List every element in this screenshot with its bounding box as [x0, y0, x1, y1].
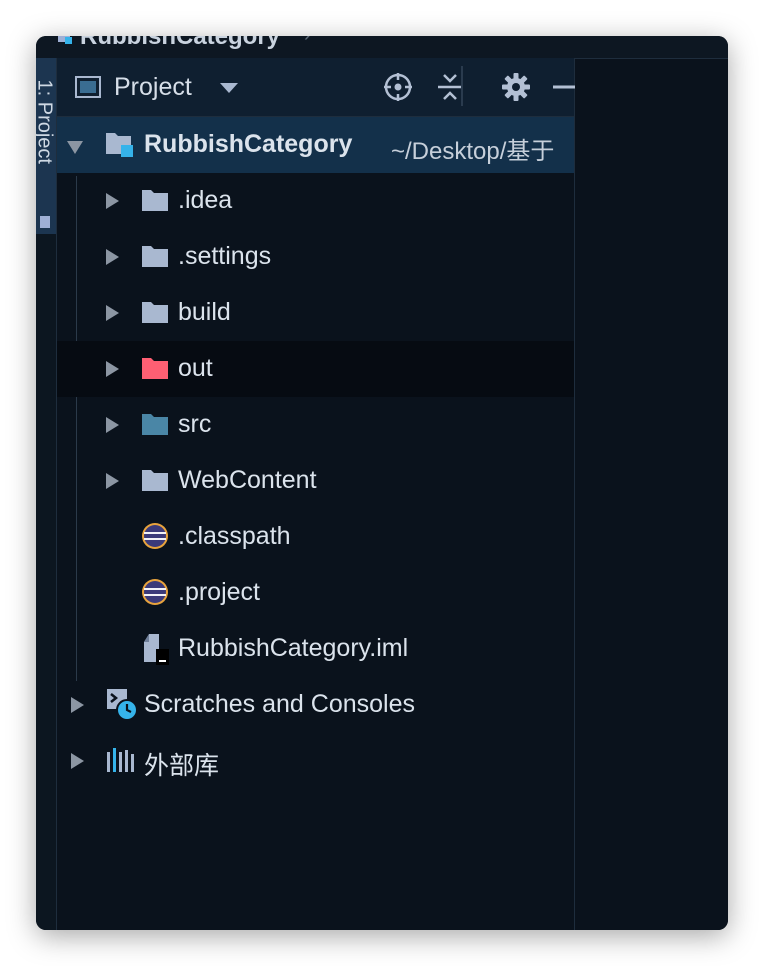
project-tool-window: Project RubbishCategory ~/Desktop/基于 .id…: [57, 58, 578, 930]
expand-arrow-icon[interactable]: [106, 361, 119, 377]
expand-arrow-icon[interactable]: [106, 249, 119, 265]
project-view-icon: [75, 76, 101, 98]
tree-item-idea[interactable]: .idea: [57, 173, 574, 229]
breadcrumb-project[interactable]: RubbishCategory: [80, 36, 280, 51]
tree-item-label: .settings: [178, 242, 272, 270]
tree-item-label: .project: [178, 578, 260, 606]
tree-root-label: RubbishCategory: [144, 130, 353, 158]
ide-window: RubbishCategory › 1: Project Project: [36, 36, 728, 930]
collapse-arrow-icon[interactable]: [67, 141, 83, 154]
expand-arrow-icon[interactable]: [106, 473, 119, 489]
module-icon: [58, 36, 72, 44]
excluded-folder-icon: [142, 358, 168, 379]
toolbar-divider: [461, 66, 463, 106]
breadcrumb-separator: ›: [304, 36, 311, 47]
tree-item-project-file[interactable]: .project: [57, 565, 574, 621]
tree-item-classpath[interactable]: .classpath: [57, 509, 574, 565]
tree-item-label: RubbishCategory.iml: [178, 634, 409, 662]
project-view-selector[interactable]: Project: [114, 73, 192, 102]
tree-item-iml[interactable]: RubbishCategory.iml: [57, 621, 574, 677]
project-panel-header: Project: [57, 58, 578, 117]
gear-icon[interactable]: [499, 70, 533, 104]
tree-item-src[interactable]: src: [57, 397, 574, 453]
expand-arrow-icon[interactable]: [106, 417, 119, 433]
eclipse-file-icon: [142, 523, 168, 549]
project-tool-tab-label: 1: Project: [36, 79, 56, 164]
tree-item-build[interactable]: build: [57, 285, 574, 341]
folder-icon: [142, 470, 168, 491]
tree-item-label: build: [178, 298, 231, 326]
tree-item-label: Scratches and Consoles: [144, 690, 415, 718]
tree-item-out[interactable]: out: [57, 341, 574, 397]
expand-arrow-icon[interactable]: [71, 697, 84, 713]
expand-arrow-icon[interactable]: [106, 193, 119, 209]
eclipse-file-icon: [142, 579, 168, 605]
tree-item-scratches[interactable]: Scratches and Consoles: [57, 677, 574, 733]
editor-area: [575, 58, 728, 930]
tree-item-webcontent[interactable]: WebContent: [57, 453, 574, 509]
source-folder-icon: [142, 414, 168, 435]
project-tab-icon: [40, 216, 50, 228]
tree-item-label: 外部库: [144, 752, 220, 780]
locate-icon[interactable]: [381, 70, 415, 104]
expand-arrow-icon[interactable]: [71, 753, 84, 769]
module-folder-icon: [106, 133, 133, 157]
expand-arrow-icon[interactable]: [106, 305, 119, 321]
tool-window-stripe: 1: Project: [36, 58, 57, 930]
chevron-down-icon[interactable]: [220, 83, 238, 93]
module-file-icon: [144, 634, 169, 665]
project-tool-tab[interactable]: 1: Project: [36, 58, 56, 234]
tree-root-path: ~/Desktop/基于: [391, 138, 555, 165]
tree-item-settings[interactable]: .settings: [57, 229, 574, 285]
tree-item-external-libraries[interactable]: 外部库: [57, 733, 574, 789]
library-icon: [107, 748, 134, 772]
tree-item-label: .classpath: [178, 522, 291, 550]
tree-item-label: src: [178, 410, 212, 438]
navigation-bar: RubbishCategory ›: [36, 36, 728, 59]
tree-root-rubbishcategory[interactable]: RubbishCategory ~/Desktop/基于: [57, 117, 574, 173]
tree-item-label: .idea: [178, 186, 233, 214]
folder-icon: [142, 302, 168, 323]
folder-icon: [142, 190, 168, 211]
tree-item-label: out: [178, 354, 213, 382]
scratches-icon: [107, 689, 138, 721]
folder-icon: [142, 246, 168, 267]
tree-item-label: WebContent: [178, 466, 317, 494]
